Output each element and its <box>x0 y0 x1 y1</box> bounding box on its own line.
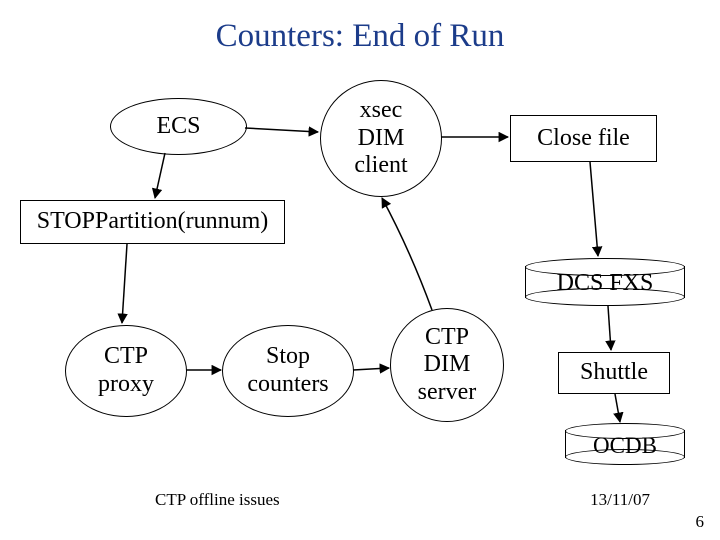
slide: Counters: End of Run ECS xsec DIM client… <box>0 0 720 540</box>
slide-title: Counters: End of Run <box>0 18 720 55</box>
node-shuttle-label: Shuttle <box>580 359 648 387</box>
node-shuttle: Shuttle <box>558 352 670 394</box>
node-xsec-label: xsec DIM client <box>354 97 407 180</box>
node-ctp-proxy-label: CTP proxy <box>98 343 154 398</box>
node-dcs-fxs-label: DCS FXS <box>525 270 685 297</box>
node-ctp-dim-server-label: CTP DIM server <box>418 324 477 407</box>
node-ocdb: OCDB <box>565 423 685 465</box>
edge-shuttle-ocdb <box>615 394 620 422</box>
edge-ctpdim-xsec <box>382 198 432 310</box>
footer-left: CTP offline issues <box>155 490 280 510</box>
edge-dcsfxs-shuttle <box>608 306 611 350</box>
node-close-file: Close file <box>510 115 657 162</box>
node-ecs-label: ECS <box>156 113 200 141</box>
edge-stopcnt-ctpdim <box>353 368 389 370</box>
node-xsec-dim-client: xsec DIM client <box>320 80 442 197</box>
node-ctp-dim-server: CTP DIM server <box>390 308 504 422</box>
page-number: 6 <box>696 512 705 532</box>
node-ocdb-label: OCDB <box>565 433 685 459</box>
footer-right: 13/11/07 <box>590 490 650 510</box>
node-dcs-fxs: DCS FXS <box>525 258 685 306</box>
edge-ecs-stopp <box>155 153 165 198</box>
node-stop-counters-label: Stop counters <box>247 343 328 398</box>
node-ecs: ECS <box>110 98 247 155</box>
edge-close-dcsfxs <box>590 162 598 256</box>
node-stop-partition-label: STOPPartition(runnum) <box>37 208 269 236</box>
node-stop-counters: Stop counters <box>222 325 354 417</box>
edge-ecs-xsec <box>245 128 318 132</box>
node-close-file-label: Close file <box>537 125 630 153</box>
edge-stopp-ctpproxy <box>122 244 127 323</box>
node-ctp-proxy: CTP proxy <box>65 325 187 417</box>
node-stop-partition: STOPPartition(runnum) <box>20 200 285 244</box>
